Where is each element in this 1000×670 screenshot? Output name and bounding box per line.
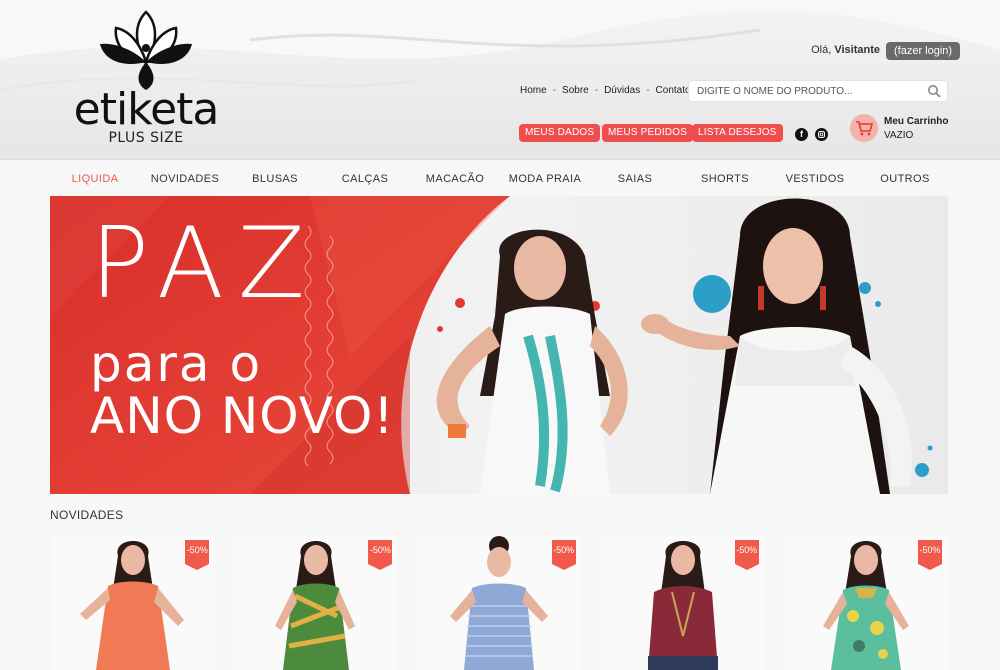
model-right-image — [641, 198, 912, 494]
discount-badge: -50% — [551, 540, 576, 570]
facebook-icon[interactable]: f — [795, 128, 808, 141]
discount-badge: -50% — [368, 540, 393, 570]
greeting-name: Visitante — [834, 44, 880, 56]
banner-headline: PAZ para o ANO NOVO! — [90, 214, 394, 442]
logo-wordmark: etiketa — [73, 84, 220, 135]
discount-badge: -50% — [918, 540, 943, 570]
greeting-prefix: Olá, — [811, 44, 832, 56]
link-sobre[interactable]: Sobre — [562, 85, 589, 96]
site-header: etiketa PLUS SIZE Olá, Visitante (fazer … — [0, 0, 1000, 160]
magnolia-logo-icon — [100, 10, 192, 90]
discount-badge: -50% — [185, 540, 210, 570]
nav-item-saias[interactable]: SAIAS — [590, 168, 680, 190]
section-title-novidades: NOVIDADES — [50, 508, 124, 522]
top-links: Home - Sobre - Dúvidas - Contato — [520, 85, 691, 96]
link-separator: - — [552, 85, 557, 96]
discount-badge: -50% — [734, 540, 759, 570]
meus-dados-button[interactable]: MEUS DADOS — [519, 124, 601, 142]
cart-title[interactable]: Meu Carrinho — [884, 116, 948, 127]
login-button[interactable]: (fazer login) — [886, 42, 961, 60]
link-home[interactable]: Home — [520, 85, 547, 96]
product-card[interactable]: -50% — [416, 536, 582, 670]
banner-line-ano-novo: ANO NOVO! — [90, 387, 395, 445]
link-contato[interactable]: Contato — [656, 85, 691, 96]
product-card[interactable]: -50% — [50, 536, 216, 670]
instagram-icon[interactable] — [815, 128, 828, 141]
cart-icon[interactable] — [850, 114, 878, 142]
nav-item-liquida[interactable]: LIQUIDA — [50, 168, 140, 190]
nav-item-novidades[interactable]: NOVIDADES — [140, 168, 230, 190]
link-separator: - — [646, 85, 650, 96]
site-logo[interactable]: etiketa PLUS SIZE — [66, 4, 226, 150]
meus-pedidos-button[interactable]: MEUS PEDIDOS — [602, 124, 694, 142]
nav-item-shorts[interactable]: SHORTS — [680, 168, 770, 190]
link-separator: - — [594, 85, 599, 96]
nav-item-macacao[interactable]: MACACÃO — [410, 168, 500, 190]
search-icon[interactable] — [927, 84, 941, 98]
hero-banner[interactable]: PAZ para o ANO NOVO! — [50, 196, 948, 494]
greeting: Olá, Visitante — [811, 44, 880, 56]
cart-status: VAZIO — [884, 130, 914, 141]
product-card[interactable]: -50% — [233, 536, 399, 670]
product-card[interactable]: -50% — [782, 536, 949, 670]
search-input[interactable] — [689, 81, 919, 102]
model-left-image — [436, 229, 628, 494]
search-box — [688, 80, 948, 102]
nav-item-outros[interactable]: OUTROS — [860, 168, 950, 190]
product-grid: -50% -50% -50% -50% -50% — [50, 536, 949, 670]
lista-desejos-button[interactable]: LISTA DESEJOS — [692, 124, 783, 142]
product-card[interactable]: -50% — [599, 536, 765, 670]
banner-line-para-o: para o — [90, 335, 263, 393]
category-nav: LIQUIDA NOVIDADES BLUSAS CALÇAS MACACÃO … — [50, 168, 950, 190]
nav-item-blusas[interactable]: BLUSAS — [230, 168, 320, 190]
nav-item-calcas[interactable]: CALÇAS — [320, 168, 410, 190]
nav-item-vestidos[interactable]: VESTIDOS — [770, 168, 860, 190]
link-duvidas[interactable]: Dúvidas — [604, 85, 640, 96]
nav-item-moda-praia[interactable]: MODA PRAIA — [500, 168, 590, 190]
banner-line-paz: PAZ — [90, 207, 320, 321]
